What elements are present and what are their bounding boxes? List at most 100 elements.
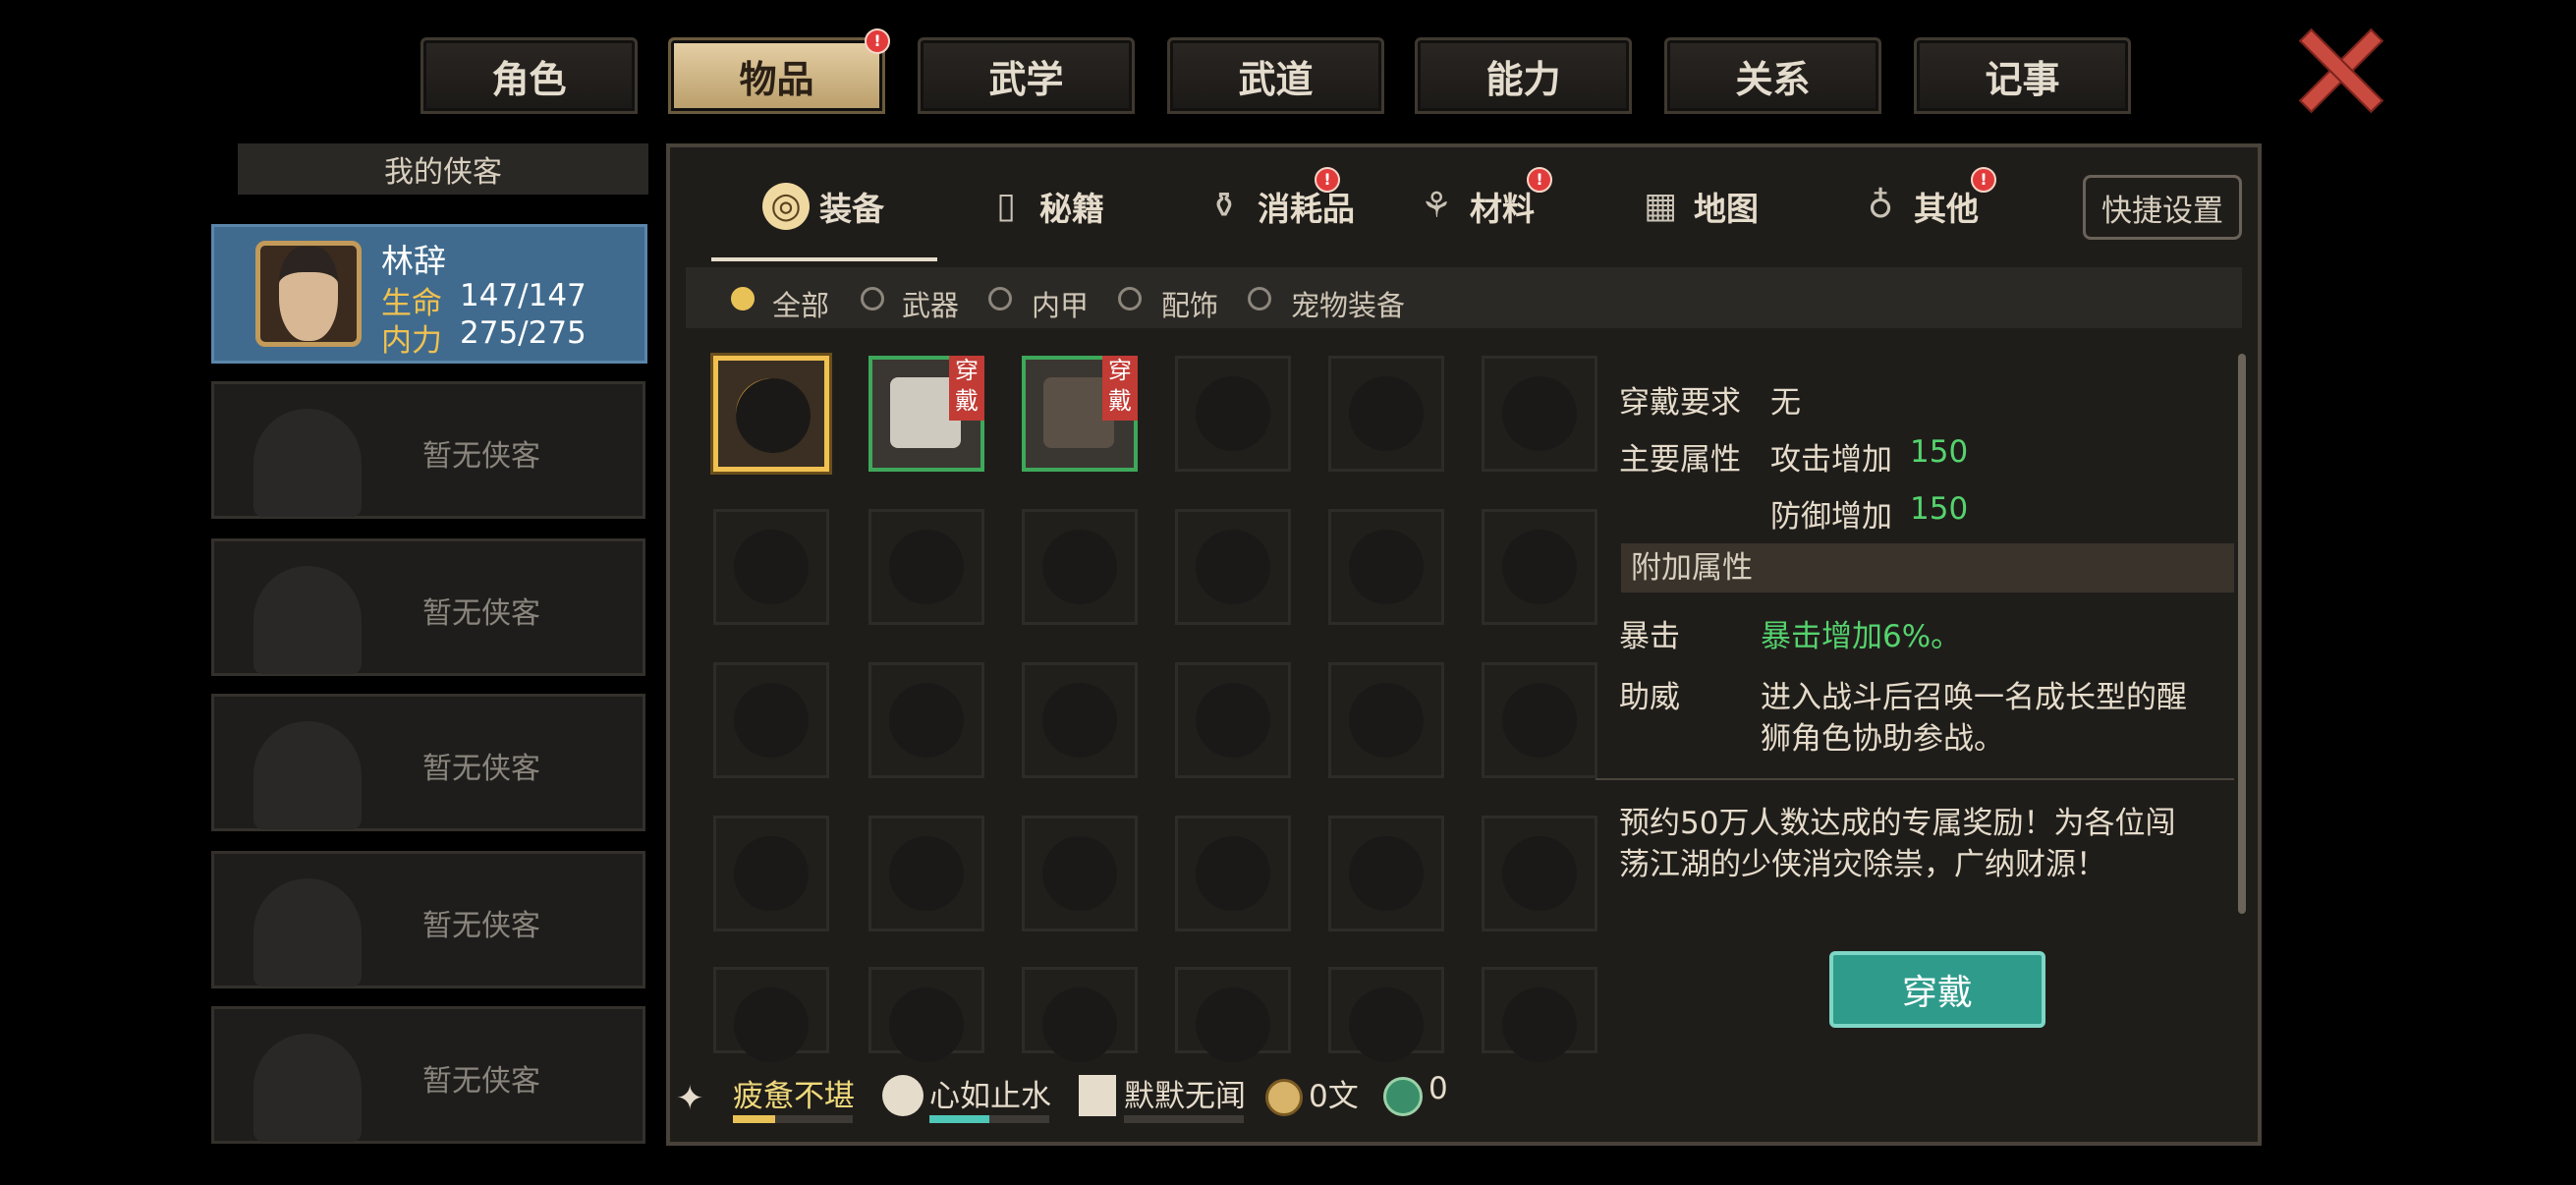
inventory-slot-empty[interactable] [1175, 967, 1291, 1062]
empty-slot-label: 暂无侠客 [422, 439, 540, 474]
assist-label: 助威 [1619, 680, 1680, 715]
fame-bar [1124, 1115, 1244, 1123]
mood-status: 心如止水 [929, 1079, 1051, 1114]
inventory-slot-empty[interactable] [868, 509, 984, 625]
inventory-slot-empty[interactable] [1328, 662, 1444, 778]
inventory-slot-empty[interactable] [713, 967, 829, 1062]
inventory-slot-empty[interactable] [1328, 356, 1444, 472]
tab-journal[interactable]: 记事 [1914, 37, 2131, 114]
inventory-slot-empty[interactable] [1175, 816, 1291, 931]
inventory-slot-empty[interactable] [1022, 816, 1138, 931]
strength-icon: ✦ [676, 1079, 704, 1118]
inventory-slot-empty[interactable] [1022, 967, 1138, 1062]
fatigue-bar [733, 1115, 853, 1123]
empty-hero-slot[interactable]: 暂无侠客 [211, 694, 645, 831]
category-materials[interactable]: ⚘ 材料! [1413, 167, 1552, 246]
empty-hero-slot[interactable]: 暂无侠客 [211, 381, 645, 519]
herb-icon: ⚘ [1420, 186, 1453, 226]
hero-name: 林辞 [381, 242, 446, 280]
equip-button[interactable]: 穿戴 [1829, 951, 2045, 1028]
tab-items[interactable]: 物品! [668, 28, 890, 114]
inventory-slot-empty[interactable] [868, 662, 984, 778]
wear-requirement-value: 无 [1770, 385, 1801, 421]
inventory-slot-empty[interactable] [1328, 967, 1444, 1062]
hero-card[interactable]: 林辞 生命 147/147 内力 275/275 [211, 224, 647, 364]
notification-badge: ! [865, 28, 890, 54]
tab-martial-arts[interactable]: 武学 [918, 37, 1135, 114]
notification-badge: ! [1315, 167, 1340, 193]
inventory-slot-empty[interactable] [1175, 509, 1291, 625]
book-icon: ▯ [996, 186, 1016, 226]
inventory-slot-empty[interactable] [1482, 967, 1597, 1062]
inventory-slot-empty[interactable] [1175, 662, 1291, 778]
filter-label[interactable]: 全部 [772, 283, 829, 324]
inventory-slot-empty[interactable] [1482, 509, 1597, 625]
filter-radio-accessory[interactable] [1118, 287, 1142, 310]
inventory-slot-empty[interactable] [713, 509, 829, 625]
category-label: 秘籍 [1039, 190, 1104, 228]
inventory-slot-empty[interactable] [1175, 356, 1291, 472]
inventory-slot-lion-mask[interactable] [713, 356, 829, 472]
tab-label: 关系 [1735, 57, 1811, 101]
empty-slot-label: 暂无侠客 [422, 752, 540, 786]
category-other[interactable]: ♁ 其他! [1857, 167, 1996, 246]
filter-radio-all[interactable] [731, 287, 755, 310]
inventory-slot-empty[interactable] [1328, 509, 1444, 625]
inventory-slot-empty[interactable] [1328, 816, 1444, 931]
inventory-slot-empty[interactable] [1482, 816, 1597, 931]
inventory-slot-empty[interactable] [1022, 509, 1138, 625]
category-equipment[interactable]: ◎ 装备 [762, 167, 884, 246]
worn-tag: 穿戴 [949, 356, 984, 421]
fame-status: 默默无闻 [1124, 1079, 1246, 1114]
filter-label[interactable]: 配饰 [1161, 283, 1218, 324]
filter-label[interactable]: 武器 [902, 283, 959, 324]
inventory-slot-empty[interactable] [1022, 662, 1138, 778]
mood-bar [929, 1115, 1049, 1123]
close-icon[interactable] [2289, 20, 2387, 108]
detail-scrollbar[interactable] [2238, 354, 2246, 914]
category-label: 装备 [819, 190, 884, 228]
filter-radio-weapon[interactable] [861, 287, 884, 310]
defense-bonus-value: 150 [1910, 491, 1969, 527]
mp-label: 内力 [381, 323, 442, 359]
shortcut-settings-button[interactable]: 快捷设置 [2083, 175, 2242, 240]
empty-hero-slot[interactable]: 暂无侠客 [211, 1006, 645, 1144]
empty-hero-slot[interactable]: 暂无侠客 [211, 851, 645, 988]
defense-bonus-label: 防御增加 [1770, 499, 1892, 535]
inventory-slot-empty[interactable] [868, 816, 984, 931]
fame-scroll-icon [1079, 1075, 1116, 1116]
assist-text-line2: 狮角色协助参战。 [1761, 721, 2004, 757]
helmet-icon: ◎ [762, 183, 810, 230]
tab-ability[interactable]: 能力 [1415, 37, 1632, 114]
tab-character[interactable]: 角色 [420, 37, 638, 114]
worn-tag: 穿戴 [1102, 356, 1138, 421]
inventory-slot-gauntlet[interactable]: 穿戴 [868, 356, 984, 472]
tab-label: 能力 [1485, 57, 1561, 101]
tab-wudao[interactable]: 武道 [1167, 37, 1384, 114]
inventory-slot-empty[interactable] [1482, 662, 1597, 778]
divider [1596, 778, 2234, 780]
filter-label[interactable]: 内甲 [1032, 283, 1089, 324]
inventory-slot-empty[interactable] [868, 967, 984, 1062]
filter-radio-pet-gear[interactable] [1248, 287, 1271, 310]
jade-icon [1383, 1077, 1423, 1116]
wear-requirement-label: 穿戴要求 [1619, 385, 1741, 421]
extra-attribute-header: 附加属性 [1621, 543, 2234, 592]
filter-label[interactable]: 宠物装备 [1291, 283, 1405, 324]
inventory-slot-empty[interactable] [1482, 356, 1597, 472]
category-label: 其他 [1914, 190, 1979, 228]
inventory-slot-empty[interactable] [713, 662, 829, 778]
empty-hero-slot[interactable]: 暂无侠客 [211, 538, 645, 676]
item-description-line2: 荡江湖的少侠消灾除祟，广纳财源！ [1619, 847, 2106, 882]
money-value: 0文 [1309, 1079, 1359, 1114]
tab-relations[interactable]: 关系 [1664, 37, 1881, 114]
category-consumables[interactable]: ⚱ 消耗品! [1201, 167, 1355, 246]
lion-mask-icon [736, 378, 807, 449]
empty-slot-label: 暂无侠客 [422, 909, 540, 943]
filter-radio-armor[interactable] [988, 287, 1012, 310]
category-maps[interactable]: ▦ 地图 [1637, 167, 1759, 246]
category-manuals[interactable]: ▯ 秘籍 [982, 167, 1104, 246]
inventory-slot-robe[interactable]: 穿戴 [1022, 356, 1138, 472]
crit-value: 暴击增加6%。 [1761, 619, 1962, 654]
inventory-slot-empty[interactable] [713, 816, 829, 931]
